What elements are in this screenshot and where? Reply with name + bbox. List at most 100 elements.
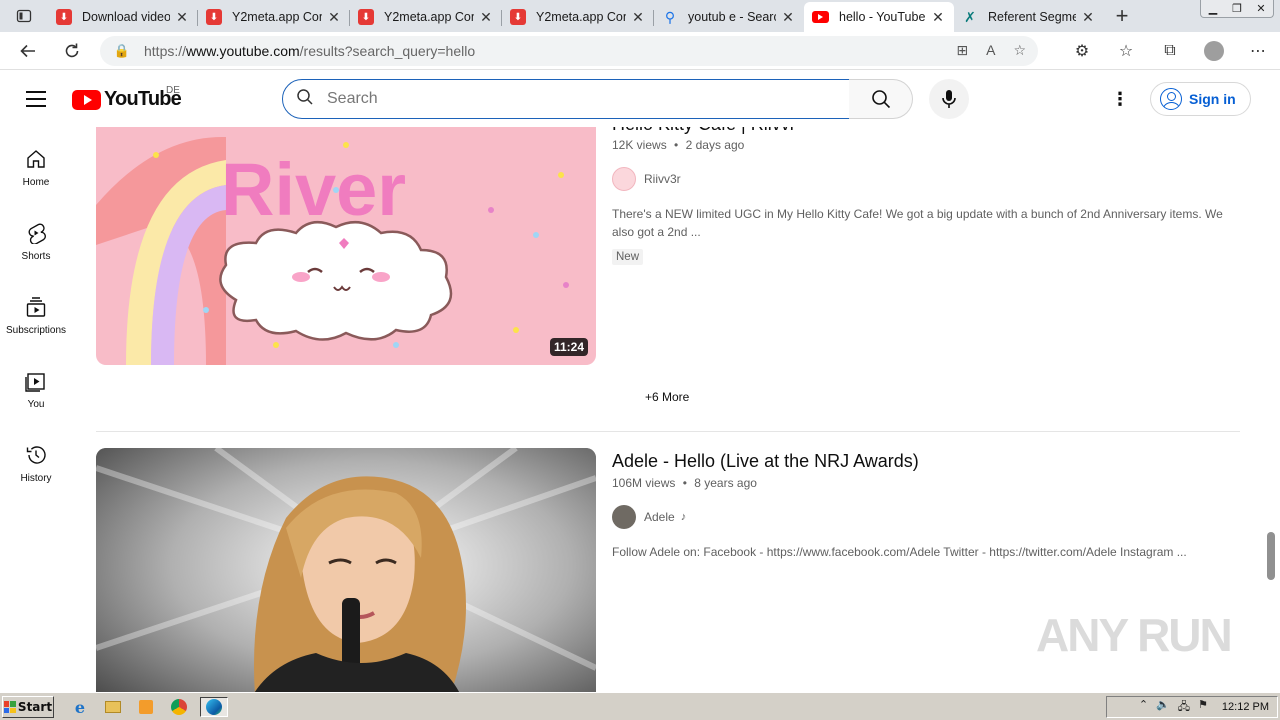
extensions-icon[interactable]: ⚙ — [1060, 41, 1104, 61]
tab-label: Y2meta.app Con — [536, 10, 626, 24]
youtube-logo[interactable]: YouTube DE — [72, 85, 182, 111]
browser-tab[interactable]: ⬇ Download video ✕ — [48, 2, 198, 32]
sidebar-item-label: History — [20, 473, 52, 484]
settings-menu-icon[interactable]: ⋮ — [1110, 89, 1130, 109]
download-icon: ⬇ — [206, 9, 222, 25]
music-note-icon: ♪ — [680, 511, 687, 523]
lock-icon[interactable]: 🔒 — [100, 43, 144, 59]
internet-explorer-icon[interactable]: e — [68, 697, 92, 717]
browser-tab[interactable]: ⬇ Y2meta.app Con ✕ — [198, 2, 350, 32]
video-duration: 11:24 — [549, 338, 588, 356]
restore-button[interactable]: ❐ — [1225, 0, 1249, 17]
system-tray: ⌃ 🔈 🖧 ⚑ 12:12 PM — [1106, 696, 1278, 718]
upload-age: 2 days ago — [685, 138, 745, 152]
start-label: Start — [17, 700, 53, 714]
close-icon[interactable]: ✕ — [326, 9, 342, 26]
apps-icon[interactable]: ⊞ — [956, 42, 968, 59]
sidebar-item-you[interactable]: You — [0, 349, 72, 423]
edge-icon[interactable] — [200, 697, 228, 717]
search-icon — [871, 90, 890, 109]
close-icon[interactable]: ✕ — [1080, 9, 1096, 26]
tab-actions-button[interactable] — [0, 0, 48, 32]
sidebar-item-subscriptions[interactable]: Subscriptions — [0, 275, 72, 349]
start-button[interactable]: Start — [2, 696, 54, 718]
search-button[interactable] — [849, 79, 913, 119]
section-divider — [96, 431, 1240, 432]
network-icon[interactable]: 🖧 — [1178, 698, 1190, 717]
channel-avatar[interactable] — [612, 167, 636, 191]
minimize-button[interactable]: ▁ — [1201, 0, 1225, 17]
refresh-button[interactable] — [50, 32, 94, 70]
sign-in-button[interactable]: Sign in — [1150, 82, 1251, 116]
close-icon[interactable]: ✕ — [630, 9, 646, 26]
close-icon[interactable]: ✕ — [478, 9, 494, 26]
page-scrollbar-thumb[interactable] — [1267, 532, 1275, 580]
history-icon — [24, 443, 48, 467]
url-text[interactable]: https://www.youtube.com/results?search_q… — [144, 43, 475, 59]
new-tab-button[interactable]: + — [1104, 3, 1140, 29]
more-menu-icon[interactable]: ⋯ — [1236, 41, 1280, 61]
search-box — [282, 79, 850, 119]
xing-icon: ✗ — [964, 8, 976, 25]
collections-icon[interactable]: ⧉ — [1148, 42, 1192, 60]
back-button[interactable] — [6, 32, 50, 70]
channel-link[interactable]: Riivv3r — [612, 167, 681, 191]
clock[interactable]: 12:12 PM — [1222, 701, 1269, 713]
browser-tab-strip: ⬇ Download video ✕ ⬇ Y2meta.app Con ✕ ⬇ … — [0, 0, 1280, 32]
video-title[interactable]: Adele - Hello (Live at the NRJ Awards) — [612, 451, 919, 472]
address-bar-icons: ⊞ A ☆ — [956, 42, 1026, 59]
close-icon[interactable]: ✕ — [780, 9, 796, 26]
video-title[interactable]: Hello Kitty Cafe | Riivvr — [612, 127, 796, 135]
sidebar-item-home[interactable]: Home — [0, 127, 72, 201]
folder-icon[interactable] — [101, 697, 125, 717]
profile-avatar[interactable] — [1192, 41, 1236, 61]
read-aloud-icon[interactable]: A — [986, 42, 995, 59]
channel-avatar[interactable] — [612, 505, 636, 529]
close-icon[interactable]: ✕ — [930, 9, 946, 26]
media-player-icon[interactable] — [134, 697, 158, 717]
tray-expand-icon[interactable]: ⌃ — [1139, 698, 1148, 717]
tab-label: hello - YouTube — [839, 10, 926, 24]
sidebar-item-label: Shorts — [21, 251, 51, 262]
sidebar-item-history[interactable]: History — [0, 423, 72, 497]
browser-tab[interactable]: ⬇ Y2meta.app Con ✕ — [502, 2, 654, 32]
flag-icon[interactable]: ⚑ — [1198, 698, 1208, 717]
close-window-button[interactable]: ✕ — [1249, 0, 1273, 17]
search-input[interactable] — [327, 90, 807, 108]
address-bar[interactable]: 🔒 https://www.youtube.com/results?search… — [100, 36, 1038, 66]
video-thumbnail[interactable]: River 11:24 — [96, 127, 596, 365]
channel-name[interactable]: Riivv3r — [644, 172, 681, 186]
region-code: DE — [166, 85, 180, 96]
account-icon — [1160, 88, 1182, 110]
video-meta: 12K views • 2 days ago — [612, 138, 744, 152]
browser-tab[interactable]: ⚲ youtub e - Searc ✕ — [654, 2, 804, 32]
close-icon[interactable]: ✕ — [174, 9, 190, 26]
video-thumbnail[interactable] — [96, 448, 596, 692]
tab-actions-icon — [16, 9, 32, 23]
volume-icon[interactable]: 🔈 — [1156, 698, 1170, 717]
more-results-button[interactable]: +6 More — [645, 390, 689, 404]
search-icon — [283, 88, 327, 111]
favorites-icon[interactable]: ☆ — [1104, 41, 1148, 61]
youtube-icon — [812, 11, 829, 23]
sidebar-item-label: Subscriptions — [5, 325, 67, 336]
sidebar-item-shorts[interactable]: Shorts — [0, 201, 72, 275]
browser-tab-active[interactable]: hello - YouTube ✕ — [804, 2, 954, 32]
channel-link[interactable]: Adele ♪ — [612, 505, 686, 529]
browser-tab[interactable]: ⬇ Y2meta.app Con ✕ — [350, 2, 502, 32]
chrome-icon[interactable] — [167, 697, 191, 717]
download-icon: ⬇ — [56, 9, 72, 25]
browser-tab[interactable]: ✗ Referent Segme ✕ — [954, 2, 1104, 32]
voice-search-button[interactable] — [929, 79, 969, 119]
meta-separator: • — [682, 476, 687, 490]
browser-toolbar: 🔒 https://www.youtube.com/results?search… — [0, 32, 1280, 70]
home-icon — [24, 147, 48, 171]
channel-name[interactable]: Adele — [644, 510, 675, 524]
anyrun-watermark: ANY RUN — [1036, 609, 1233, 661]
shorts-icon — [24, 221, 48, 245]
add-favorite-icon[interactable]: ☆ — [1013, 42, 1026, 59]
back-arrow-icon — [20, 44, 35, 57]
meta-separator: • — [674, 138, 679, 152]
video-description: Follow Adele on: Facebook - https://www.… — [612, 545, 1187, 559]
menu-icon[interactable] — [26, 91, 46, 107]
